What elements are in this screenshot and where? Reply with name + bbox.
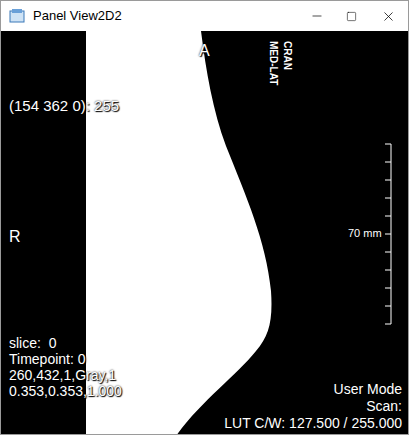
minimize-icon: [310, 9, 324, 23]
info-line: 0.353,0.353,1.000: [9, 383, 122, 399]
close-button[interactable]: [368, 1, 408, 31]
window-title: Panel View2D2: [33, 6, 122, 26]
view-label: CRAN: [281, 41, 294, 85]
app-window: Panel View2D2 A MED-LATCRAN (154 362 0): 25…: [0, 0, 409, 435]
info-line: Timepoint: 0: [9, 351, 122, 367]
info-line: LUT C/W: 127.500 / 255.000: [224, 415, 402, 432]
maximize-button[interactable]: [334, 1, 368, 31]
pixel-readout: (154 362 0): 255: [9, 95, 119, 118]
scale-label: 70 mm: [348, 225, 382, 242]
info-right: User ModeScan:LUT C/W: 127.500 / 255.000: [224, 381, 402, 432]
maximize-icon: [346, 11, 357, 22]
orientation-left: R: [9, 225, 21, 249]
info-line: User Mode: [334, 381, 402, 398]
info-line: slice: 0: [9, 335, 122, 351]
minimize-button[interactable]: [300, 1, 334, 31]
info-left: slice: 0Timepoint: 0260,432,1,Gray,10.35…: [9, 335, 122, 399]
app-icon: [9, 8, 25, 24]
view-label: MED-LAT: [267, 41, 280, 85]
info-line: Scan:: [366, 398, 402, 415]
close-icon: [381, 9, 396, 24]
image-viewport[interactable]: A MED-LATCRAN (154 362 0): 255 R 70 mm slice:…: [1, 31, 408, 434]
title-bar: Panel View2D2: [1, 1, 408, 31]
view-labels: MED-LATCRAN: [267, 41, 294, 85]
info-line: 260,432,1,Gray,1: [9, 367, 122, 383]
orientation-top: A: [199, 39, 210, 63]
